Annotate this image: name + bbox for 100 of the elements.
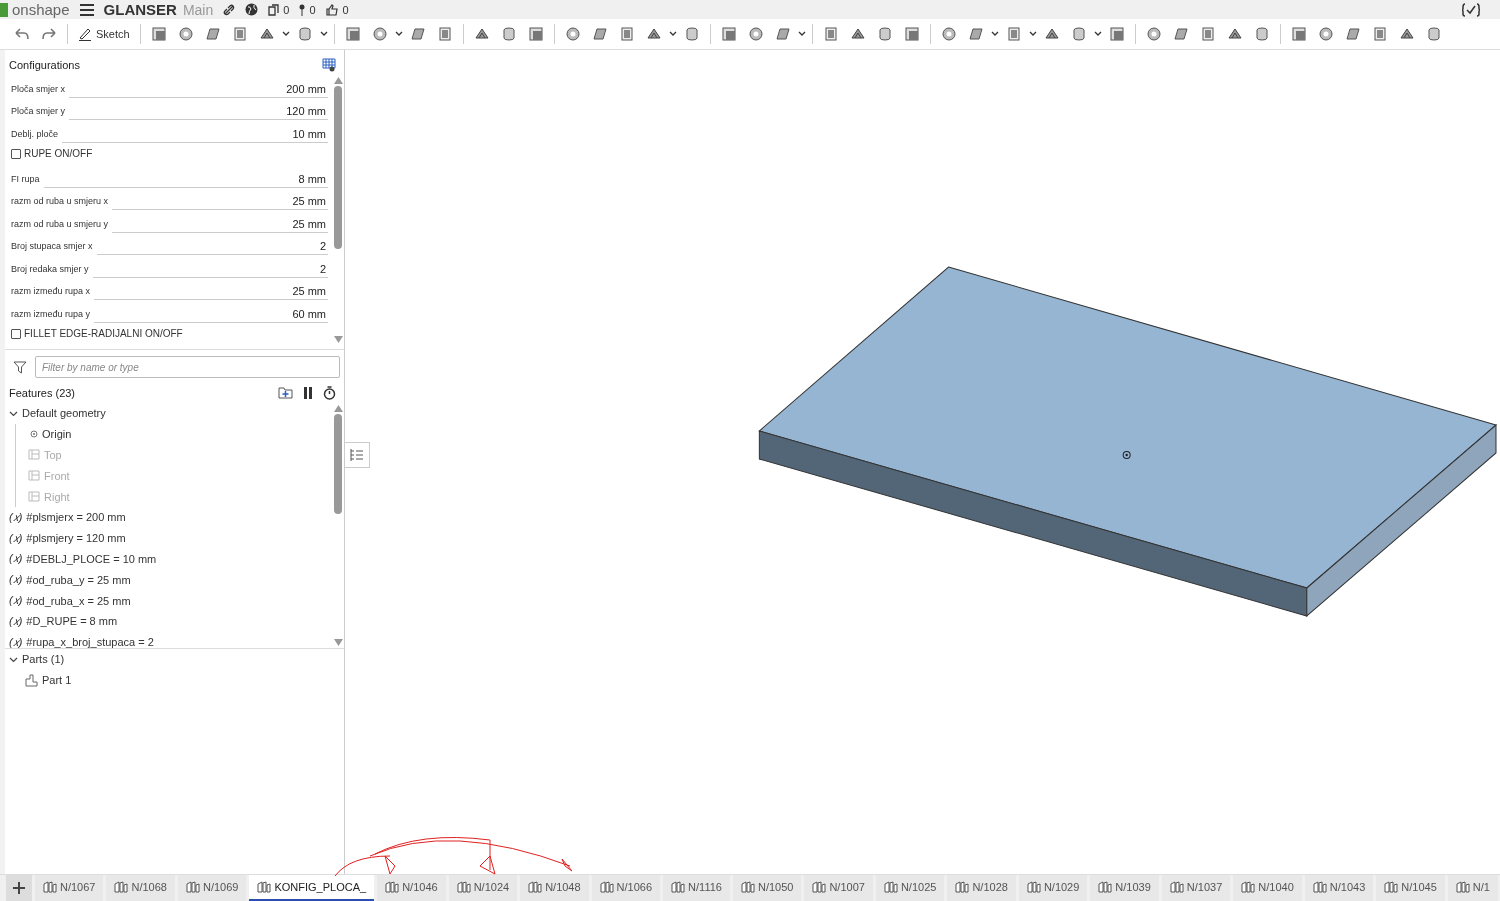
tree-item[interactable]: Part 1: [9, 669, 344, 691]
origin-marker: [1122, 451, 1131, 459]
scroll-down-icon[interactable]: [333, 336, 343, 343]
tool-icon: [371, 26, 388, 42]
parameter-field[interactable]: 25 mm: [94, 285, 328, 300]
parameter-field[interactable]: 25 mm: [112, 195, 328, 210]
tree-item[interactable]: (𝑥) #DEBLJ_PLOCE = 10 mm: [9, 548, 332, 570]
parameter-label: razm od ruba u smjeru y: [11, 218, 109, 231]
scrollbar[interactable]: [332, 403, 344, 648]
part-studio-icon: [671, 881, 686, 893]
pause-icon[interactable]: [303, 387, 313, 399]
document-tab[interactable]: N/1024: [448, 875, 518, 901]
logo-icon[interactable]: [0, 2, 8, 17]
section-title: Configurations: [9, 59, 80, 71]
add-folder-icon[interactable]: [278, 387, 293, 399]
document-tab[interactable]: N/1069: [177, 875, 247, 901]
parameter-field[interactable]: 200 mm: [69, 82, 328, 98]
part-studio-icon: [528, 881, 543, 893]
document-tab[interactable]: N/1037: [1161, 875, 1231, 901]
tool-icon: [436, 26, 453, 42]
parameter-field[interactable]: 10 mm: [62, 127, 328, 143]
variable-icon: (𝑥): [9, 614, 23, 628]
tool-icon: [177, 26, 194, 42]
menu-icon[interactable]: [79, 3, 94, 16]
parameter-checkbox[interactable]: FILLET EDGE-RADIJALNI ON/OFF: [11, 322, 328, 345]
link-icon[interactable]: [223, 3, 236, 16]
part-studio-icon: [599, 881, 614, 893]
parameter-label: Ploča smjer x: [11, 83, 65, 96]
parameter-checkbox[interactable]: RUPE ON/OFF: [11, 142, 328, 165]
tool-icon: [967, 26, 984, 42]
tree-group[interactable]: Default geometry: [9, 403, 332, 424]
tree-item[interactable]: (𝑥) #D_RUPE = 8 mm: [9, 610, 332, 632]
pin-icon[interactable]: [299, 3, 306, 16]
document-tab[interactable]: N/1043: [1304, 875, 1374, 901]
tool-icon: [564, 26, 581, 42]
checkbox[interactable]: [11, 148, 21, 159]
document-tab[interactable]: N/1116: [663, 875, 730, 901]
parameter-field[interactable]: 60 mm: [94, 307, 328, 323]
tree-item[interactable]: (𝑥) #plsmjerx = 200 mm: [9, 507, 332, 528]
parameter-field[interactable]: 2: [96, 240, 328, 255]
document-tab[interactable]: N/1046: [377, 875, 446, 901]
filter-field[interactable]: Filter by name or type: [35, 356, 340, 378]
document-tab[interactable]: N/1066: [591, 875, 661, 901]
tree-item[interactable]: (𝑥) #plsmjery = 120 mm: [9, 527, 332, 549]
tool-icon: [1199, 26, 1216, 42]
item-label: #rupa_x_broj_stupaca = 2: [26, 636, 154, 648]
scroll-down-icon[interactable]: [333, 639, 343, 646]
parameter-field[interactable]: 8 mm: [43, 172, 328, 188]
tool-icon: [645, 26, 662, 42]
document-tab[interactable]: N/1028: [947, 875, 1016, 901]
feature-list-toggle[interactable]: [345, 442, 370, 468]
parameter-field[interactable]: 120 mm: [69, 105, 328, 120]
undo-icon[interactable]: [15, 28, 29, 40]
document-tab[interactable]: N/1040: [1233, 875, 1302, 901]
tool-icon: [1290, 26, 1307, 42]
parameter-field[interactable]: 2: [92, 262, 328, 278]
document-tab[interactable]: N/1068: [106, 875, 175, 901]
redo-icon[interactable]: [42, 28, 56, 40]
document-tab[interactable]: N/1025: [875, 875, 945, 901]
document-tab[interactable]: N/1: [1447, 875, 1498, 901]
document-tab[interactable]: N/1007: [804, 875, 873, 901]
tree-item[interactable]: (𝑥) #od_ruba_x = 25 mm: [9, 590, 332, 611]
tool-icon: [1043, 26, 1060, 42]
group-label: Default geometry: [22, 407, 106, 420]
thumbs-up-icon[interactable]: [325, 3, 339, 16]
variable-check-icon[interactable]: [1462, 2, 1480, 17]
parameter-field[interactable]: 25 mm: [112, 217, 328, 233]
document-tab[interactable]: N/1048: [520, 875, 589, 901]
parameter-label: Ploča smjer y: [11, 106, 65, 118]
document-tab[interactable]: N/1029: [1018, 875, 1088, 901]
filter-icon[interactable]: [13, 360, 27, 374]
scrollbar[interactable]: [332, 75, 344, 345]
logo-text[interactable]: onshape: [10, 1, 70, 18]
stopwatch-icon[interactable]: [323, 386, 336, 400]
tool-icon: [720, 26, 737, 42]
part-studio-icon: [740, 881, 755, 893]
variable-icon: (𝑥): [9, 552, 23, 566]
document-tab[interactable]: N/1045: [1376, 875, 1445, 901]
part-studio-icon: [883, 881, 898, 893]
checkbox[interactable]: [11, 328, 21, 339]
tree-item[interactable]: (𝑥) #od_ruba_y = 25 mm: [9, 569, 332, 591]
document-tab[interactable]: KONFIG_PLOCA_: [249, 875, 375, 901]
table-icon[interactable]: [322, 58, 336, 72]
tool-icon: [1145, 26, 1162, 42]
add-tab-button[interactable]: [6, 875, 32, 901]
tool-icon: [344, 26, 361, 42]
copy-icon[interactable]: [268, 3, 280, 16]
count-text: 0: [309, 3, 316, 16]
document-tab[interactable]: N/1050: [732, 875, 802, 901]
scroll-up-icon[interactable]: [333, 77, 343, 84]
count-text: 0: [342, 3, 349, 16]
scroll-up-icon[interactable]: [333, 405, 343, 412]
tree-item[interactable]: Origin: [16, 423, 332, 445]
document-tab[interactable]: N/1039: [1090, 875, 1159, 901]
document-tab[interactable]: N/1067: [35, 875, 104, 901]
tree-group[interactable]: Parts (1): [9, 649, 344, 670]
globe-icon[interactable]: [245, 3, 259, 16]
plate-drawing[interactable]: [758, 266, 1497, 617]
sketch-button[interactable]: Sketch: [74, 27, 134, 41]
tree-item[interactable]: (𝑥) #rupa_x_broj_stupaca = 2: [9, 631, 332, 648]
